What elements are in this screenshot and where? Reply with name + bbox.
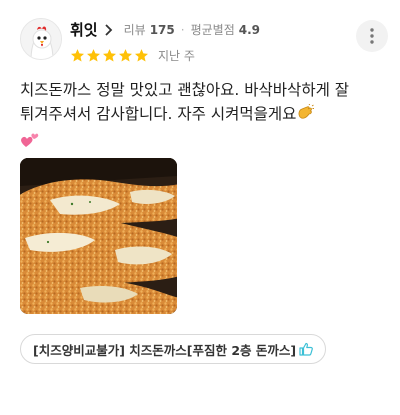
more-vertical-icon [370, 28, 374, 44]
reviewer-name[interactable]: 휘잇 [70, 19, 98, 40]
more-options-button[interactable] [356, 20, 388, 52]
menu-item-label: [치즈양비교불가] 치즈돈까스[푸짐한 2층 돈까스] [33, 342, 297, 358]
star-icon [103, 49, 116, 62]
chevron-right-icon[interactable] [104, 23, 114, 37]
review-photo[interactable] [20, 158, 177, 314]
separator-dot: · [180, 22, 185, 37]
average-rating-label: 평균별점 [190, 23, 235, 37]
review-date: 지난 주 [158, 49, 195, 63]
review-count: 리뷰 175 · 평균별점 4.9 [124, 21, 260, 38]
avatar[interactable] [20, 18, 62, 60]
star-icon [119, 49, 132, 62]
average-rating-value: 4.9 [238, 22, 261, 37]
two-hearts-icon [20, 131, 40, 156]
review-count-value: 175 [149, 22, 175, 37]
star-icon [135, 49, 148, 62]
star-icon [87, 49, 100, 62]
review-body: 치즈돈까스 정말 맛있고 괜찮아요. 바삭바삭하게 잘 튀겨주셔서 감사합니다.… [20, 78, 390, 156]
cheese-cutlet-photo [20, 158, 177, 314]
rating-row: 지난 주 [70, 47, 195, 64]
clapping-hands-icon [296, 103, 315, 129]
menu-item-chip[interactable]: [치즈양비교불가] 치즈돈까스[푸짐한 2층 돈까스] [20, 334, 327, 364]
reviewer-info: 휘잇 리뷰 175 · 평균별점 4.9 [70, 19, 260, 40]
chicken-avatar-icon [21, 19, 61, 59]
review-header: 휘잇 리뷰 175 · 평균별점 4.9 지난 주 [18, 14, 388, 66]
review-count-label: 리뷰 [123, 23, 146, 37]
thumbs-up-icon [299, 342, 313, 356]
star-icon [71, 49, 84, 62]
star-rating [70, 48, 150, 63]
